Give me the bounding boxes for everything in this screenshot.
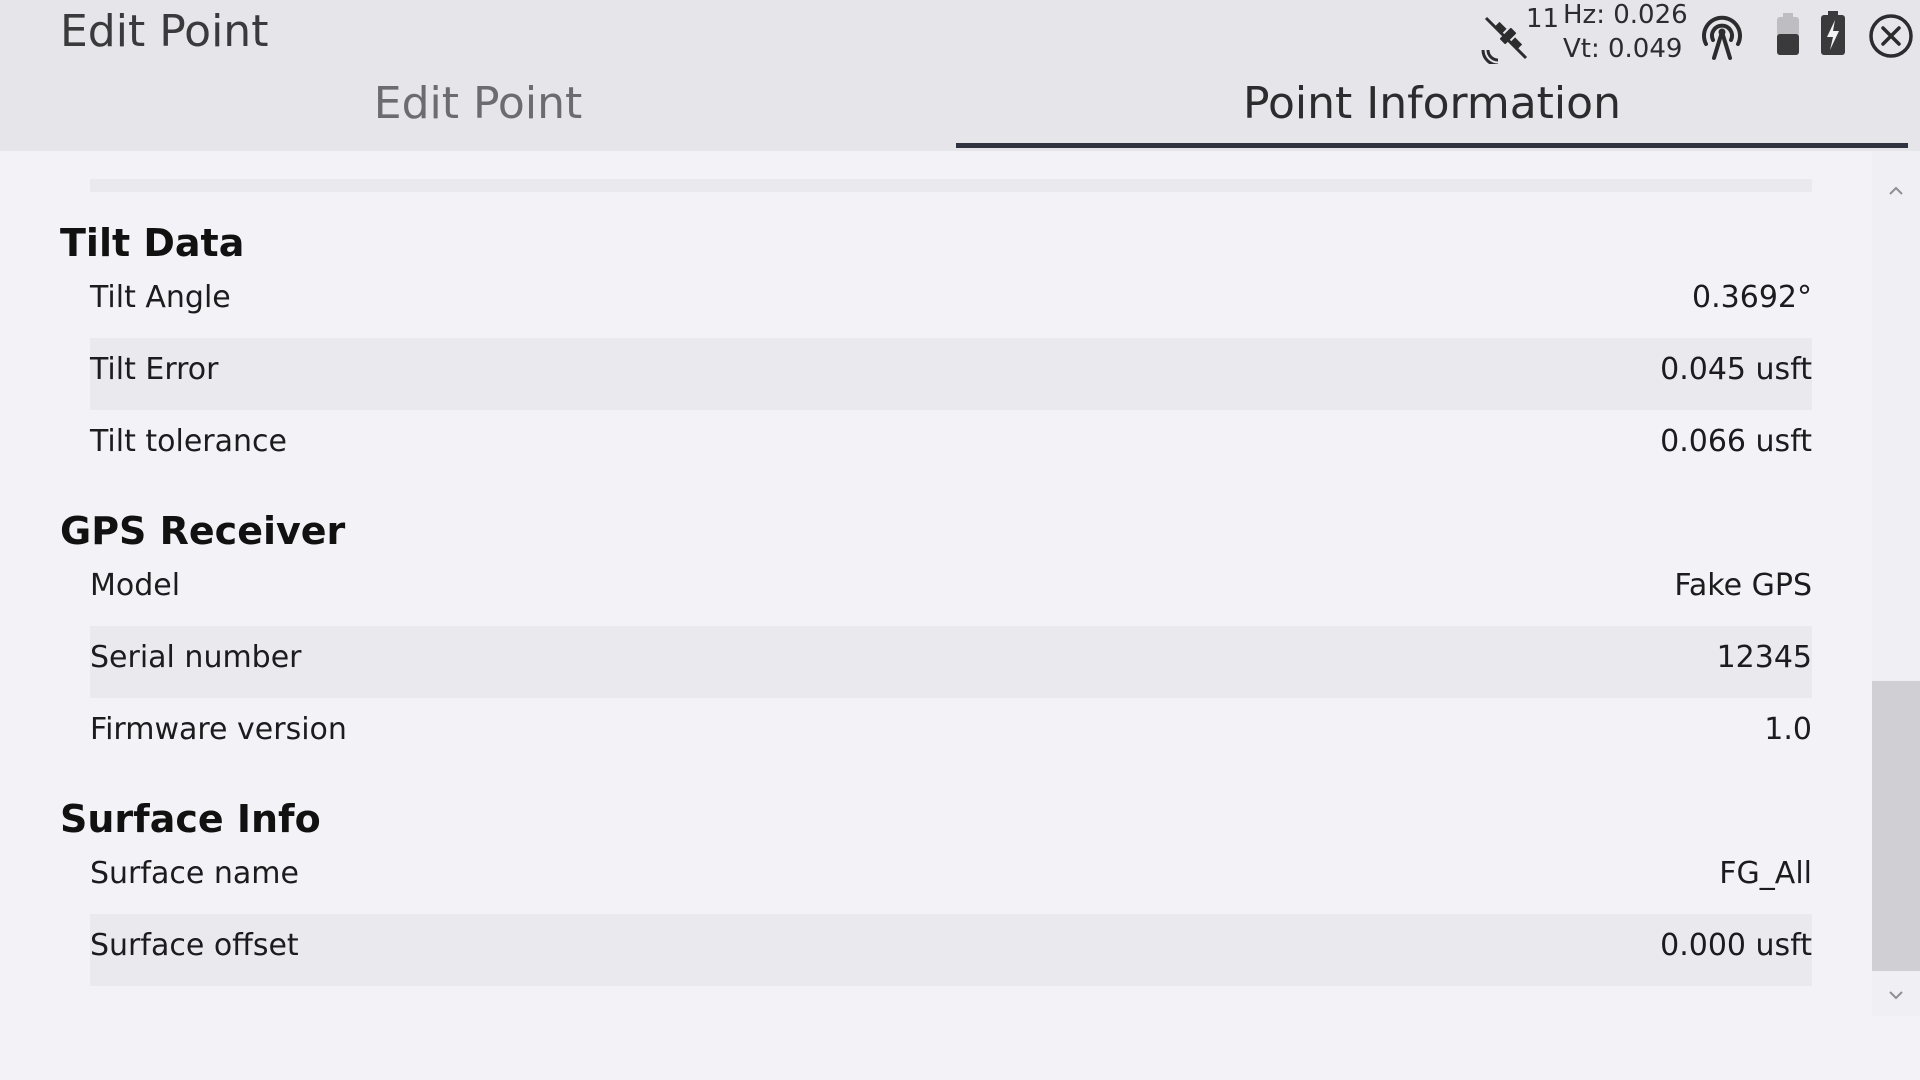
horizontal-precision: Hz: 0.026	[1563, 0, 1688, 30]
row-label: Firmware version	[90, 712, 347, 747]
battery-charging-icon[interactable]	[1820, 10, 1846, 56]
satellite-count: 11	[1526, 4, 1560, 34]
section-title-gps-receiver: GPS Receiver	[60, 509, 346, 553]
active-tab-indicator	[956, 143, 1908, 148]
satellite-icon[interactable]	[1480, 14, 1530, 64]
row-value: 0.000 usft	[1660, 928, 1812, 963]
list-item-model: Model Fake GPS	[90, 554, 1812, 626]
status-bar: 11 Hz: 0.026 Vt: 0.049	[1460, 0, 1920, 70]
row-value: 0.045 usft	[1660, 352, 1812, 387]
row-value: 0.066 usft	[1660, 424, 1812, 459]
list-item-surface-offset: Surface offset 0.000 usft	[90, 914, 1812, 986]
vertical-precision: Vt: 0.049	[1563, 34, 1683, 64]
scrollbar-thumb[interactable]	[1872, 681, 1920, 971]
row-label: Surface offset	[90, 928, 299, 963]
row-label: Tilt tolerance	[90, 424, 287, 459]
close-icon[interactable]	[1867, 12, 1915, 60]
bottom-area	[0, 1016, 1920, 1080]
row-label: Serial number	[90, 640, 302, 675]
battery-icon[interactable]	[1776, 12, 1800, 56]
vertical-scrollbar[interactable]	[1872, 151, 1920, 1016]
section-title-surface-info: Surface Info	[60, 797, 321, 841]
list-item-tilt-angle: Tilt Angle 0.3692°	[90, 266, 1812, 338]
list-item-surface-name: Surface name FG_All	[90, 842, 1812, 914]
scroll-down-icon[interactable]	[1884, 983, 1908, 1007]
scroll-up-icon[interactable]	[1884, 179, 1908, 203]
row-label: Tilt Error	[90, 352, 219, 387]
tab-point-information[interactable]: Point Information	[956, 78, 1908, 148]
row-value: Fake GPS	[1674, 568, 1812, 603]
point-information-panel[interactable]: Tilt Data Tilt Angle 0.3692° Tilt Error …	[0, 151, 1872, 1016]
row-value: FG_All	[1719, 856, 1812, 891]
app-header: Edit Point 11 Hz: 0.026 Vt: 0.049 Edit P…	[0, 0, 1920, 151]
section-title-tilt-data: Tilt Data	[60, 221, 245, 265]
antenna-icon[interactable]	[1696, 10, 1748, 62]
list-divider	[90, 179, 1812, 192]
list-item-firmware-version: Firmware version 1.0	[90, 698, 1812, 770]
row-value: 0.3692°	[1692, 280, 1812, 315]
window-title: Edit Point	[60, 6, 269, 57]
row-value: 1.0	[1764, 712, 1812, 747]
list-item-tilt-tolerance: Tilt tolerance 0.066 usft	[90, 410, 1812, 482]
list-item-tilt-error: Tilt Error 0.045 usft	[90, 338, 1812, 410]
tab-edit-point[interactable]: Edit Point	[0, 78, 956, 148]
row-value: 12345	[1716, 640, 1812, 675]
row-label: Model	[90, 568, 181, 603]
row-label: Surface name	[90, 856, 299, 891]
row-label: Tilt Angle	[90, 280, 231, 315]
list-item-serial-number: Serial number 12345	[90, 626, 1812, 698]
